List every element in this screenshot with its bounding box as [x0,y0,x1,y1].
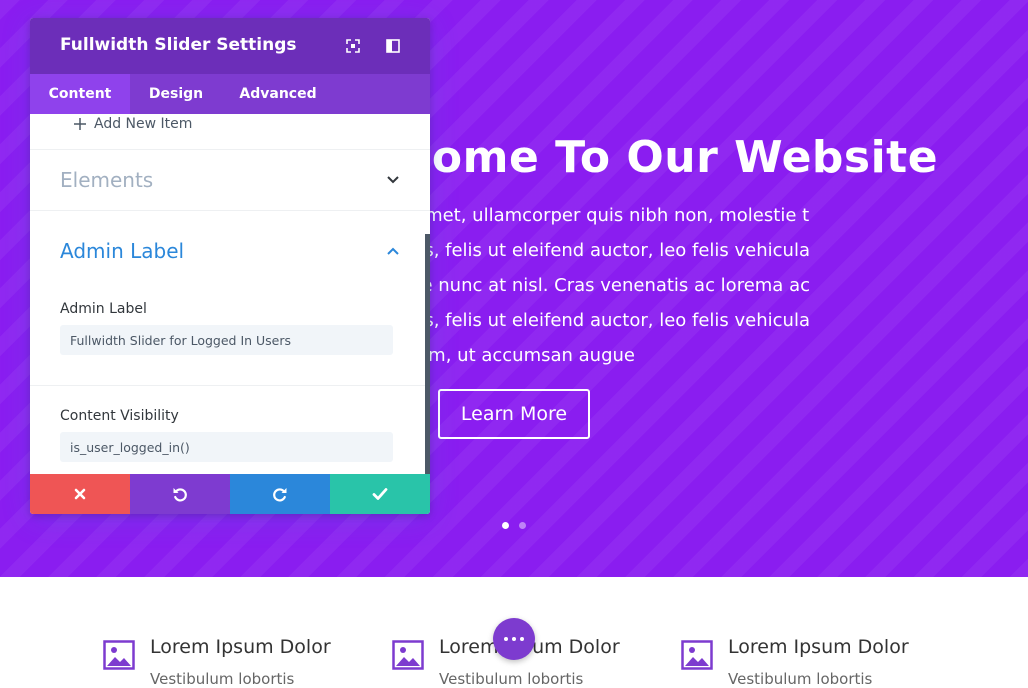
plus-icon [74,118,86,130]
save-button[interactable] [330,474,430,514]
redo-icon [273,488,287,502]
content-visibility-field-label: Content Visibility [60,408,179,424]
admin-label-field-label: Admin Label [60,301,147,317]
section-title-elements: Elements [60,168,154,192]
more-dots-icon [504,637,508,641]
divider [30,385,430,386]
undo-icon [173,488,187,502]
panel-header: Fullwidth Slider Settings [30,18,430,74]
more-dots-icon [512,637,516,641]
panel-title: Fullwidth Slider Settings [60,35,297,55]
section-toggle-elements[interactable]: Elements [60,165,400,195]
divider [30,210,430,211]
section-toggle-admin-label[interactable]: Admin Label [60,236,400,266]
undo-button[interactable] [130,474,230,514]
panel-tabs: Content Design Advanced [30,74,430,114]
content-visibility-input[interactable] [60,432,393,462]
feature-subtitle: Vestibulum lobortis [439,670,584,688]
add-new-item-button[interactable]: Add New Item [74,114,192,134]
feature-subtitle: Vestibulum lobortis [150,670,295,688]
panel-body: Add New Item Elements Admin Label Admin … [30,114,430,474]
more-dots-button[interactable] [493,618,535,660]
chevron-up-icon [387,247,399,255]
feature-title: Lorem Ipsum Dolor [728,636,909,658]
settings-panel: Fullwidth Slider Settings Content Design… [30,18,430,514]
admin-label-input[interactable] [60,325,393,355]
image-icon [103,640,135,670]
fullscreen-icon[interactable] [344,37,362,55]
more-dots-icon [520,637,524,641]
split-view-icon[interactable] [384,37,402,55]
tab-advanced[interactable]: Advanced [222,74,334,114]
feature-title: Lorem Ipsum Dolor [150,636,331,658]
image-icon [681,640,713,670]
tab-design[interactable]: Design [130,74,222,114]
chevron-down-icon [387,176,399,184]
add-new-item-label: Add New Item [94,116,193,132]
cancel-button[interactable] [30,474,130,514]
slider-dot-2[interactable] [519,522,526,529]
image-icon [392,640,424,670]
section-title-admin-label: Admin Label [60,239,185,263]
slider-dot-1[interactable] [502,522,509,529]
feature-subtitle: Vestibulum lobortis [728,670,873,688]
slider-dots [502,522,526,529]
panel-footer [30,474,430,514]
learn-more-button[interactable]: Learn More [438,389,590,439]
redo-button[interactable] [230,474,330,514]
divider [30,149,430,150]
tab-content[interactable]: Content [30,74,130,114]
panel-scrollbar[interactable] [425,234,430,474]
checkmark-icon [372,488,388,500]
close-icon [74,488,86,500]
